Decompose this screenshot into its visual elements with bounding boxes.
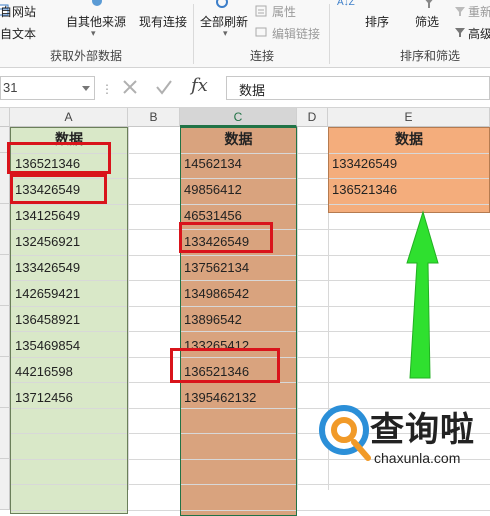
- sort-button[interactable]: 排序: [365, 13, 389, 30]
- ribbon-separator: [329, 4, 330, 64]
- filter-icon: [422, 0, 436, 9]
- group-label-connections: 连接: [250, 49, 275, 63]
- chevron-down-icon[interactable]: [82, 86, 90, 91]
- group-label-sort-filter: 排序和筛选: [400, 49, 461, 63]
- formula-input[interactable]: 数据: [226, 76, 490, 100]
- sort-az-icon[interactable]: A↓Z: [337, 0, 355, 8]
- properties-icon: [254, 4, 268, 18]
- insert-function-icon[interactable]: fx: [191, 75, 208, 96]
- from-other-sources-button[interactable]: 自其他来源: [66, 13, 126, 30]
- name-box-value: 31: [3, 80, 18, 95]
- existing-connections-button[interactable]: 现有连接: [139, 13, 187, 30]
- filter-button[interactable]: 筛选: [415, 13, 439, 30]
- from-text-button[interactable]: 自文本: [0, 25, 36, 42]
- chevron-down-icon[interactable]: ▾: [91, 28, 96, 39]
- watermark-site: chaxunla.com: [374, 450, 461, 466]
- reapply-button[interactable]: 重新: [468, 3, 490, 20]
- advanced-filter-icon: [453, 25, 467, 39]
- name-box[interactable]: 31: [0, 76, 95, 100]
- ribbon: 自网站 自文本 自其他来源 ▾ 现有连接 获取外部数据 全部刷新 ▾ 属性 编辑…: [0, 0, 490, 68]
- refresh-icon: [215, 0, 229, 9]
- reapply-icon: [453, 4, 467, 18]
- group-label-get-external: 获取外部数据: [50, 49, 123, 63]
- ribbon-separator: [193, 4, 194, 64]
- confirm-icon[interactable]: [153, 76, 175, 103]
- cancel-icon[interactable]: [119, 76, 141, 103]
- edit-links-button[interactable]: 编辑链接: [272, 25, 320, 42]
- from-web-button[interactable]: 自网站: [0, 3, 36, 20]
- formula-bar: 31 ⋮ fx 数据: [0, 68, 490, 108]
- watermark-logo: 查询啦 chaxunla.com: [308, 400, 490, 490]
- formula-buttons: fx: [113, 75, 223, 103]
- chevron-down-icon[interactable]: ▾: [223, 28, 228, 39]
- edit-links-icon: [254, 25, 268, 39]
- watermark-brand: 查询啦: [370, 411, 475, 449]
- properties-button[interactable]: 属性: [272, 3, 296, 20]
- other-sources-icon: [90, 0, 104, 8]
- advanced-button[interactable]: 高级: [468, 25, 490, 42]
